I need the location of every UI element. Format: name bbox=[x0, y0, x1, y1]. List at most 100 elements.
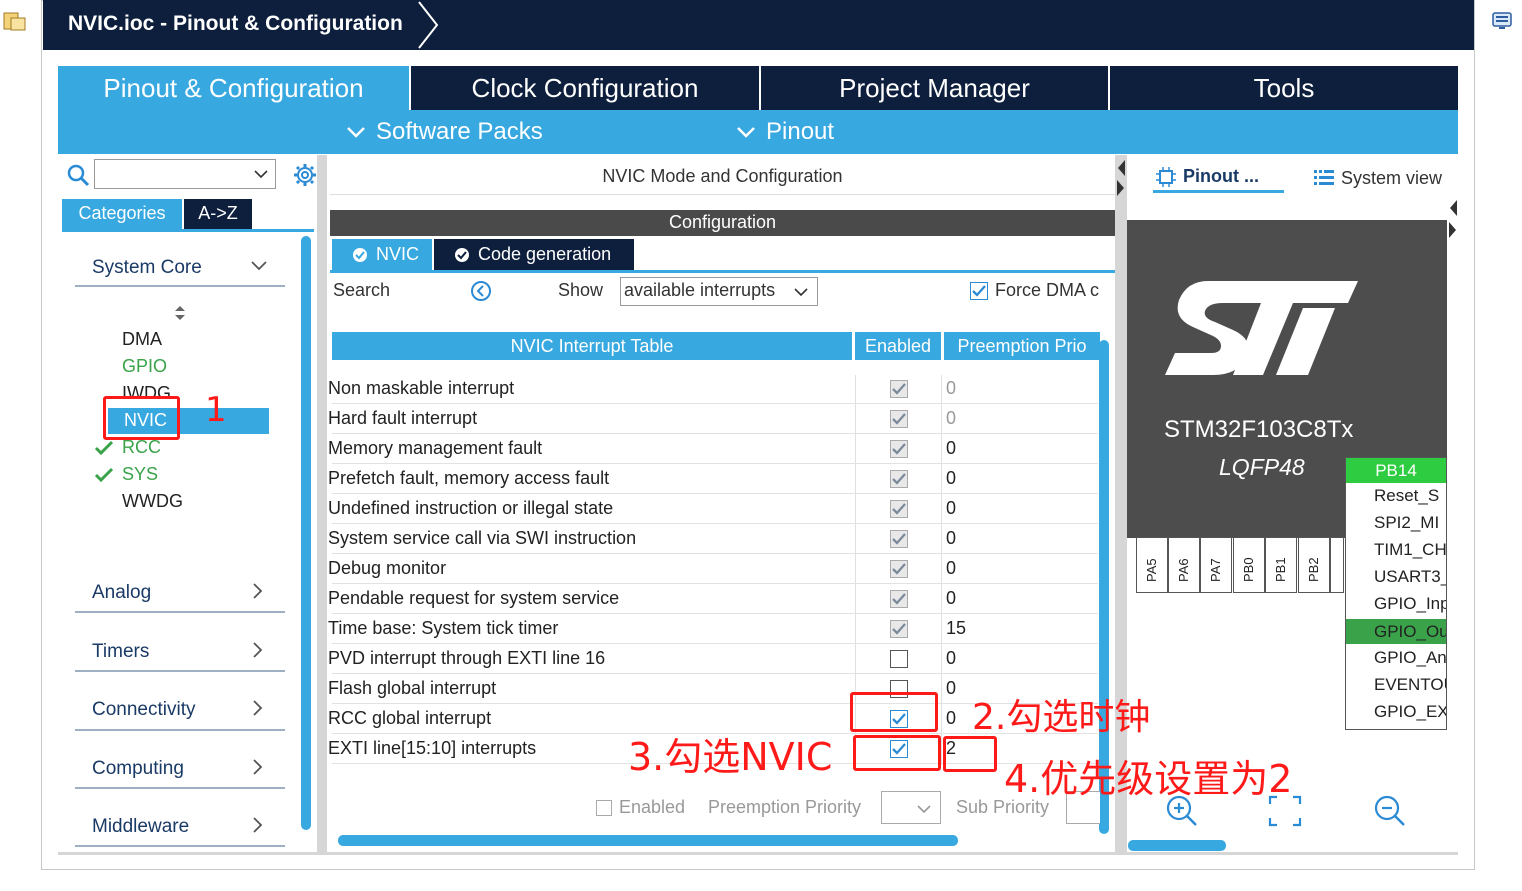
table-row[interactable]: Pendable request for system service 0 bbox=[328, 584, 1098, 614]
check-icon bbox=[892, 563, 906, 575]
search-label: Search bbox=[333, 280, 390, 301]
pin-pb1[interactable]: PB1 bbox=[1265, 537, 1297, 593]
table-row[interactable]: Prefetch fault, memory access fault 0 bbox=[328, 464, 1098, 494]
tab-pinout-configuration[interactable]: Pinout & Configuration bbox=[58, 66, 409, 110]
gear-icon[interactable] bbox=[291, 162, 319, 188]
table-row[interactable]: Debug monitor 0 bbox=[328, 554, 1098, 584]
preemption-priority-value[interactable]: 0 bbox=[946, 498, 956, 519]
category-timers[interactable]: Timers bbox=[92, 641, 149, 663]
preemption-priority-value[interactable]: 0 bbox=[946, 588, 956, 609]
tab-project-manager[interactable]: Project Manager bbox=[761, 66, 1108, 110]
show-select[interactable]: available interrupts bbox=[620, 277, 818, 306]
interrupt-name: Debug monitor bbox=[328, 558, 447, 578]
pin-function-item[interactable]: GPIO_Ou bbox=[1346, 619, 1446, 644]
pin-partial[interactable] bbox=[1330, 537, 1344, 593]
tab-tools[interactable]: Tools bbox=[1110, 66, 1458, 110]
list-icon bbox=[1314, 170, 1334, 185]
preemption-priority-value[interactable]: 0 bbox=[946, 528, 956, 549]
chevron-right-icon[interactable] bbox=[252, 816, 264, 834]
preemption-priority-value[interactable]: 0 bbox=[946, 678, 956, 699]
pin-function-item[interactable]: GPIO_An bbox=[1374, 648, 1446, 668]
pin-pa6[interactable]: PA6 bbox=[1168, 537, 1200, 593]
table-hscrollbar[interactable] bbox=[338, 835, 958, 846]
sort-icon[interactable] bbox=[173, 305, 187, 321]
footer-enabled-checkbox[interactable] bbox=[596, 800, 612, 816]
column-header-preemption[interactable]: Preemption Prio bbox=[944, 332, 1100, 360]
pin-function-item[interactable]: USART3_ bbox=[1374, 567, 1446, 587]
table-row[interactable]: PVD interrupt through EXTI line 16 0 bbox=[328, 644, 1098, 674]
category-computing[interactable]: Computing bbox=[92, 758, 184, 780]
sidebar-scrollbar[interactable] bbox=[301, 236, 311, 830]
enabled-checkbox[interactable] bbox=[890, 650, 908, 668]
sidebar-item-dma[interactable]: DMA bbox=[122, 329, 162, 350]
pin-function-item[interactable]: SPI2_MI bbox=[1374, 513, 1446, 533]
search-icon[interactable] bbox=[66, 163, 90, 187]
column-header-interrupt[interactable]: NVIC Interrupt Table bbox=[332, 332, 852, 360]
pin-pb0[interactable]: PB0 bbox=[1233, 537, 1265, 593]
preemption-priority-value[interactable]: 0 bbox=[946, 378, 956, 399]
chevron-down-icon[interactable] bbox=[250, 260, 268, 272]
tab-clock-configuration[interactable]: Clock Configuration bbox=[411, 66, 759, 110]
preemption-priority-value[interactable]: 0 bbox=[946, 408, 956, 429]
category-analog[interactable]: Analog bbox=[92, 582, 151, 604]
check-icon bbox=[892, 593, 906, 605]
pin-function-item[interactable]: EVENTOU bbox=[1374, 675, 1446, 695]
tab-pinout-view[interactable]: Pinout ... bbox=[1153, 163, 1284, 193]
preemption-priority-value[interactable]: 0 bbox=[946, 438, 956, 459]
tab-system-view[interactable]: System view bbox=[1313, 163, 1453, 193]
table-row[interactable]: Hard fault interrupt 0 bbox=[328, 404, 1098, 434]
category-label: Analog bbox=[92, 582, 152, 603]
back-circle-icon[interactable] bbox=[470, 280, 492, 302]
column-header-enabled[interactable]: Enabled bbox=[855, 332, 941, 360]
sidebar-item-gpio[interactable]: GPIO bbox=[122, 356, 167, 377]
pin-function-item[interactable]: TIM1_CH bbox=[1374, 540, 1446, 560]
preemption-priority-value[interactable]: 0 bbox=[946, 558, 956, 579]
category-system-core[interactable]: System Core bbox=[92, 257, 202, 279]
tab-code-generation[interactable]: Code generation bbox=[434, 239, 634, 270]
table-row[interactable]: Time base: System tick timer 15 bbox=[328, 614, 1098, 644]
tab-label: Code generation bbox=[478, 244, 612, 264]
annotation-text: 3.勾选NVIC bbox=[628, 735, 833, 779]
chevron-right-icon[interactable] bbox=[252, 758, 264, 776]
check-icon bbox=[892, 623, 906, 635]
category-middleware[interactable]: Middleware bbox=[92, 816, 189, 838]
table-row[interactable]: Undefined instruction or illegal state 0 bbox=[328, 494, 1098, 524]
sidebar-item-sys[interactable]: SYS bbox=[122, 464, 158, 485]
pin-pa7[interactable]: PA7 bbox=[1200, 537, 1232, 593]
preemption-priority-value[interactable]: 15 bbox=[946, 618, 966, 639]
tab-categories[interactable]: Categories bbox=[62, 199, 182, 229]
pin-function-item[interactable]: GPIO_Inp bbox=[1374, 594, 1446, 614]
table-row[interactable]: Non maskable interrupt 0 bbox=[328, 374, 1098, 404]
preemption-priority-value[interactable]: 0 bbox=[946, 468, 956, 489]
category-connectivity[interactable]: Connectivity bbox=[92, 699, 196, 721]
preemption-priority-value[interactable]: 0 bbox=[946, 648, 956, 669]
preemption-priority-value[interactable]: 0 bbox=[946, 708, 956, 729]
chevron-right-icon[interactable] bbox=[252, 582, 264, 600]
pinout-hscrollbar[interactable] bbox=[1128, 840, 1226, 851]
pinout-menu[interactable]: Pinout bbox=[736, 118, 834, 146]
table-row[interactable]: System service call via SWI instruction 0 bbox=[328, 524, 1098, 554]
search-combo[interactable] bbox=[94, 159, 276, 189]
tab-a-z[interactable]: A->Z bbox=[184, 199, 252, 229]
sidebar-item-wwdg[interactable]: WWDG bbox=[122, 491, 183, 512]
chevron-right-icon[interactable] bbox=[252, 641, 264, 659]
software-packs-menu[interactable]: Software Packs bbox=[346, 118, 543, 146]
pin-pb2[interactable]: PB2 bbox=[1298, 537, 1330, 593]
category-label: Connectivity bbox=[92, 699, 196, 720]
interrupt-name: Memory management fault bbox=[328, 438, 543, 458]
force-dma-checkbox[interactable] bbox=[970, 282, 988, 300]
pin-function-item[interactable]: Reset_S bbox=[1374, 486, 1446, 506]
sidebar-item-rcc[interactable]: RCC bbox=[122, 437, 161, 458]
chevron-right-icon[interactable] bbox=[252, 699, 264, 717]
tab-nvic[interactable]: NVIC bbox=[332, 239, 432, 270]
collapse-left-icon[interactable] bbox=[1116, 158, 1126, 198]
preemption-priority-select[interactable] bbox=[881, 791, 941, 824]
category-label: System Core bbox=[92, 257, 202, 278]
zoom-out-icon[interactable] bbox=[1373, 794, 1407, 828]
collapse-right-icon[interactable] bbox=[1447, 198, 1459, 242]
monitor-icon[interactable] bbox=[1490, 10, 1514, 32]
pin-function-item[interactable]: GPIO_EX bbox=[1374, 702, 1446, 722]
pin-pa5[interactable]: PA5 bbox=[1136, 537, 1168, 593]
enabled-checkbox bbox=[890, 410, 908, 428]
table-row[interactable]: Memory management fault 0 bbox=[328, 434, 1098, 464]
